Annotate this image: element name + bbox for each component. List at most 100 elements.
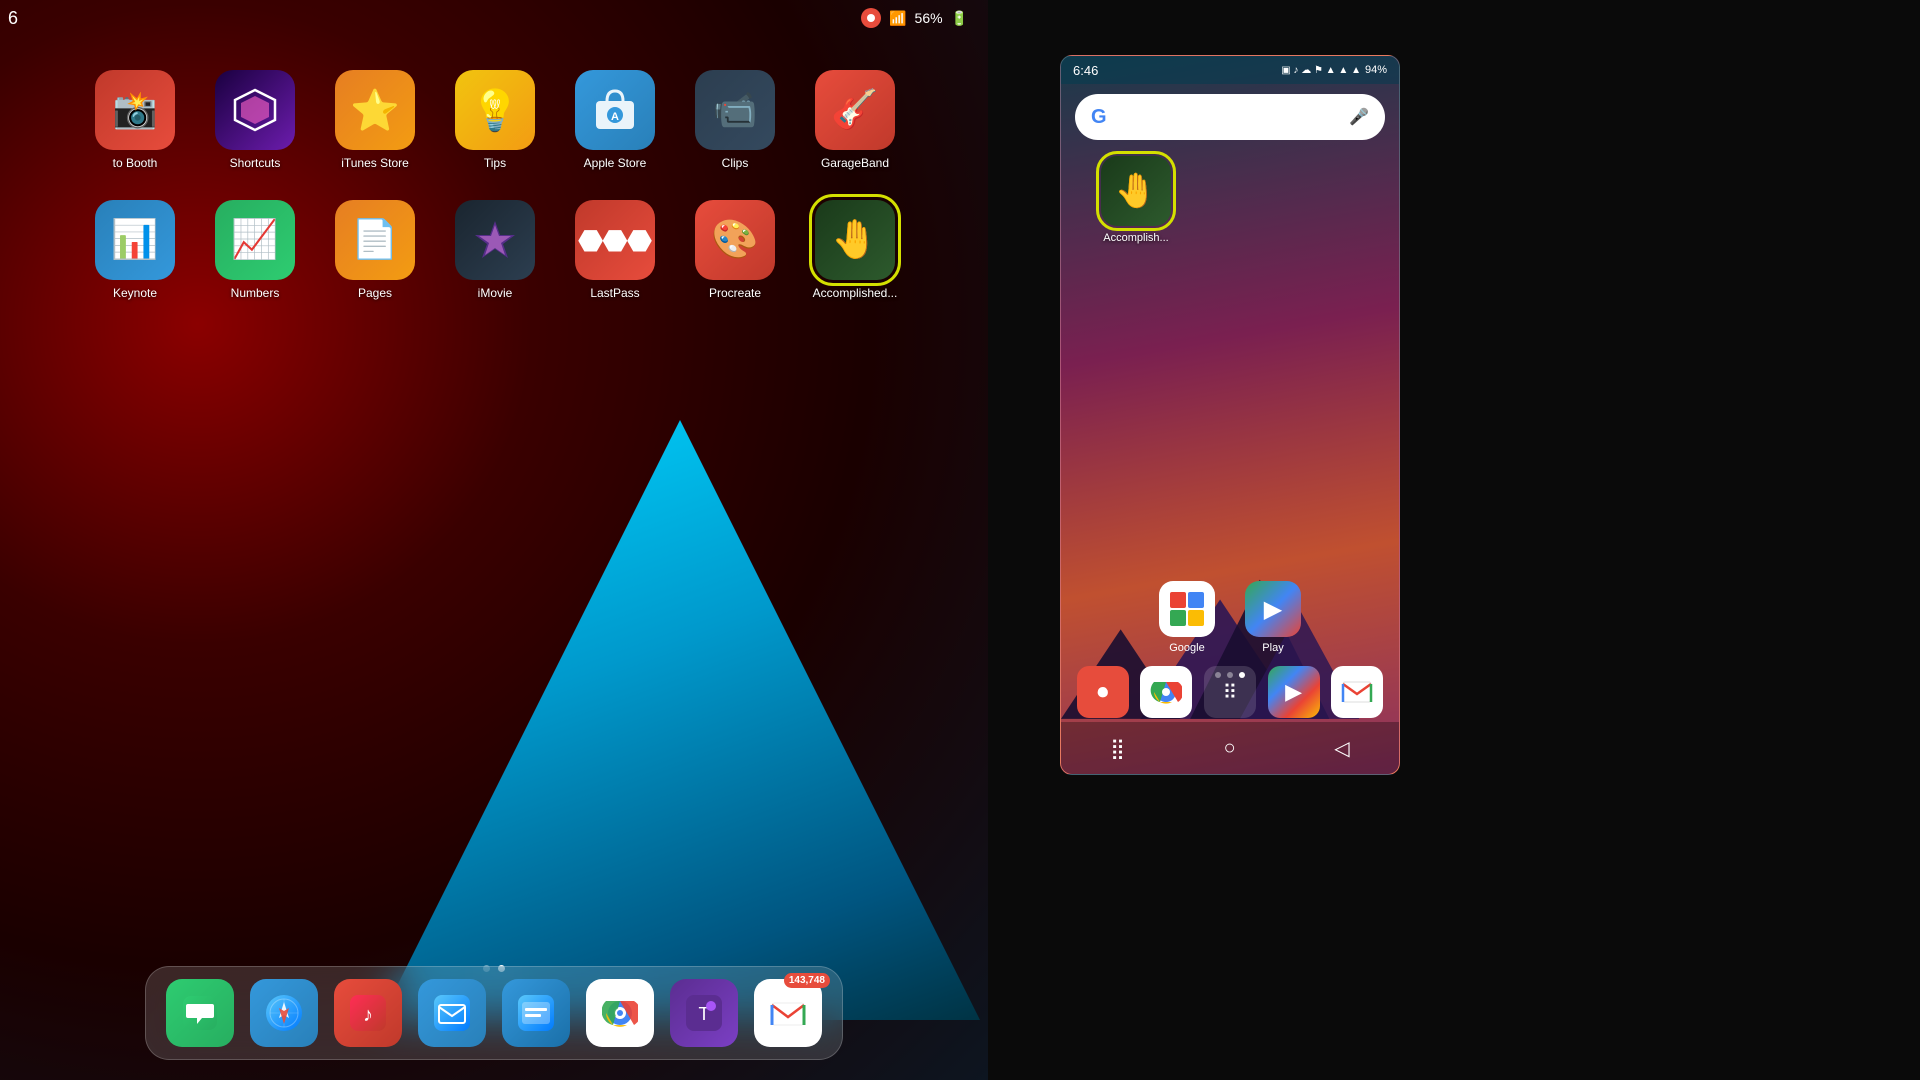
play-app-label: Play [1262,642,1283,654]
microphone-icon[interactable]: 🎤 [1349,107,1369,127]
numbers-label: Numbers [231,286,280,300]
dock-gmail[interactable]: 143,748 [754,979,822,1047]
android-time: 6:46 [1073,63,1098,78]
android-dock-chrome[interactable] [1140,666,1192,718]
lastpass-label: LastPass [590,286,639,300]
android-back-button[interactable]: ◁ [1326,728,1357,769]
battery-indicator [861,8,881,28]
app-keynote[interactable]: 📊 Keynote [80,200,190,300]
app-photobooth[interactable]: 📸 to Booth [80,70,190,170]
tips-label: Tips [484,156,506,170]
android-chrome-icon [1150,676,1182,708]
dock-teams[interactable]: T [670,979,738,1047]
ipad-dock: ♪ [145,966,843,1060]
battery-percent: 56% [915,10,943,26]
android-app-google[interactable]: Google [1159,581,1215,654]
photobooth-label: to Booth [113,156,158,170]
android-notification-icons: ▣ ♪ ☁ ⚑ ▲ ▲ ▲ [1281,65,1361,76]
ipad-status-bar: 6 📶 56% 🔋 [0,0,988,36]
app-numbers[interactable]: 📈 Numbers [200,200,310,300]
app-lastpass[interactable]: ⬣⬣⬣ LastPass [560,200,670,300]
procreate-label: Procreate [709,286,761,300]
shortcuts-icon-svg [233,88,277,132]
android-gmail-icon [1341,676,1373,708]
ipad-app-grid: 📸 to Booth Shortcuts ⭐ iTunes Store 💡 T [0,60,988,310]
clips-label: Clips [722,156,749,170]
dock-safari[interactable] [250,979,318,1047]
dock-chrome[interactable] [586,979,654,1047]
svg-text:♪: ♪ [363,1004,373,1026]
android-panel: 6:46 ▣ ♪ ☁ ⚑ ▲ ▲ ▲ 94% G 🎤 🤚 Accomplish.… [1060,55,1400,775]
android-accomplished-label: Accomplish... [1103,232,1168,244]
pages-label: Pages [358,286,392,300]
mail-icon-svg [433,994,471,1032]
appstore-bag-icon: A [592,87,638,133]
imovie-icon [455,200,535,280]
keynote-label: Keynote [113,286,157,300]
google-app-icon [1159,581,1215,637]
clips-icon: 📹 [695,70,775,150]
android-dock-apps[interactable]: ⠿ [1204,666,1256,718]
accomplished-icon: 🤚 [815,200,895,280]
android-home-button[interactable]: ○ [1216,729,1244,768]
photobooth-icon: 📸 [95,70,175,150]
app-appstore[interactable]: A Apple Store [560,70,670,170]
app-imovie[interactable]: iMovie [440,200,550,300]
android-nav-bar: ⣿ ○ ◁ [1061,722,1399,774]
android-bottom-dock: ⏺ ⠿ ▶ [1061,666,1399,718]
android-app-accomplished[interactable]: 🤚 Accomplish... [1081,156,1191,244]
android-app-play[interactable]: ▶ Play [1245,581,1301,654]
dock-mail[interactable] [418,979,486,1047]
dock-messages[interactable] [166,979,234,1047]
android-status-bar: 6:46 ▣ ♪ ☁ ⚑ ▲ ▲ ▲ 94% [1061,56,1399,84]
gmail-badge: 143,748 [784,973,830,988]
imovie-star-icon [472,217,518,263]
numbers-icon: 📈 [215,200,295,280]
chrome-icon-svg [602,995,638,1031]
app-shortcuts[interactable]: Shortcuts [200,70,310,170]
itunes-icon: ⭐ [335,70,415,150]
app-procreate[interactable]: 🎨 Procreate [680,200,790,300]
ipad-status-icons: 📶 56% 🔋 [861,8,968,28]
app-garageband[interactable]: 🎸 GarageBand [800,70,910,170]
android-accomplished-icon: 🤚 [1101,156,1171,226]
ipad-panel: 6 📶 56% 🔋 📸 to Booth [0,0,988,1080]
accomplished-label: Accomplished... [813,286,898,300]
shortcuts-icon [215,70,295,150]
appstore-icon: A [575,70,655,150]
teams-icon-svg: T [685,994,723,1032]
android-dock-screenrec[interactable]: ⏺ [1077,666,1129,718]
android-recents-button[interactable]: ⣿ [1102,728,1133,769]
battery-icon: 🔋 [951,10,968,27]
android-battery: 94% [1365,64,1387,76]
appstore-label: Apple Store [584,156,647,170]
play-app-icon: ▶ [1245,581,1301,637]
app-itunes[interactable]: ⭐ iTunes Store [320,70,430,170]
android-search-bar[interactable]: G 🎤 [1075,94,1385,140]
app-clips[interactable]: 📹 Clips [680,70,790,170]
procreate-icon: 🎨 [695,200,775,280]
android-dock-playstore[interactable]: ▶ [1268,666,1320,718]
wifi-icon: 📶 [889,10,906,27]
android-middle-apps: Google ▶ Play [1061,581,1399,654]
shortcuts-label: Shortcuts [230,156,281,170]
music-icon-svg: ♪ [349,994,387,1032]
safari-icon-svg [265,994,303,1032]
svg-text:A: A [611,111,619,123]
dock-files[interactable] [502,979,570,1047]
dock-music[interactable]: ♪ [334,979,402,1047]
gmail-icon-svg [770,995,806,1031]
garageband-label: GarageBand [821,156,889,170]
app-tips[interactable]: 💡 Tips [440,70,550,170]
google-icon-svg [1170,592,1204,626]
pages-icon: 📄 [335,200,415,280]
itunes-label: iTunes Store [341,156,409,170]
garageband-icon: 🎸 [815,70,895,150]
app-accomplished[interactable]: 🤚 Accomplished... [800,200,910,300]
android-dock-gmail[interactable] [1331,666,1383,718]
tips-icon: 💡 [455,70,535,150]
lastpass-icon: ⬣⬣⬣ [575,200,655,280]
app-pages[interactable]: 📄 Pages [320,200,430,300]
files-icon-svg [517,994,555,1032]
ipad-time: 6 [8,8,18,29]
